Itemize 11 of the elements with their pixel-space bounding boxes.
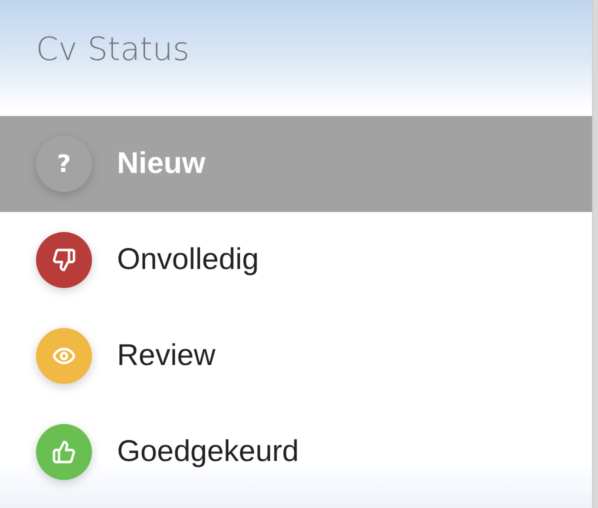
status-label: Review	[117, 339, 216, 373]
thumbs-up-icon	[52, 440, 76, 464]
status-label: Goedgekeurd	[117, 435, 299, 469]
status-item[interactable]: Review	[0, 308, 592, 404]
question-mark: ?	[57, 150, 71, 178]
panel-title: Cv Status	[36, 30, 190, 68]
status-item[interactable]: Goedgekeurd	[0, 404, 592, 500]
status-item[interactable]: Onvolledig	[0, 212, 592, 308]
status-label: Onvolledig	[117, 243, 259, 277]
status-label: Nieuw	[117, 147, 206, 181]
thumbs-down-icon	[52, 248, 76, 272]
